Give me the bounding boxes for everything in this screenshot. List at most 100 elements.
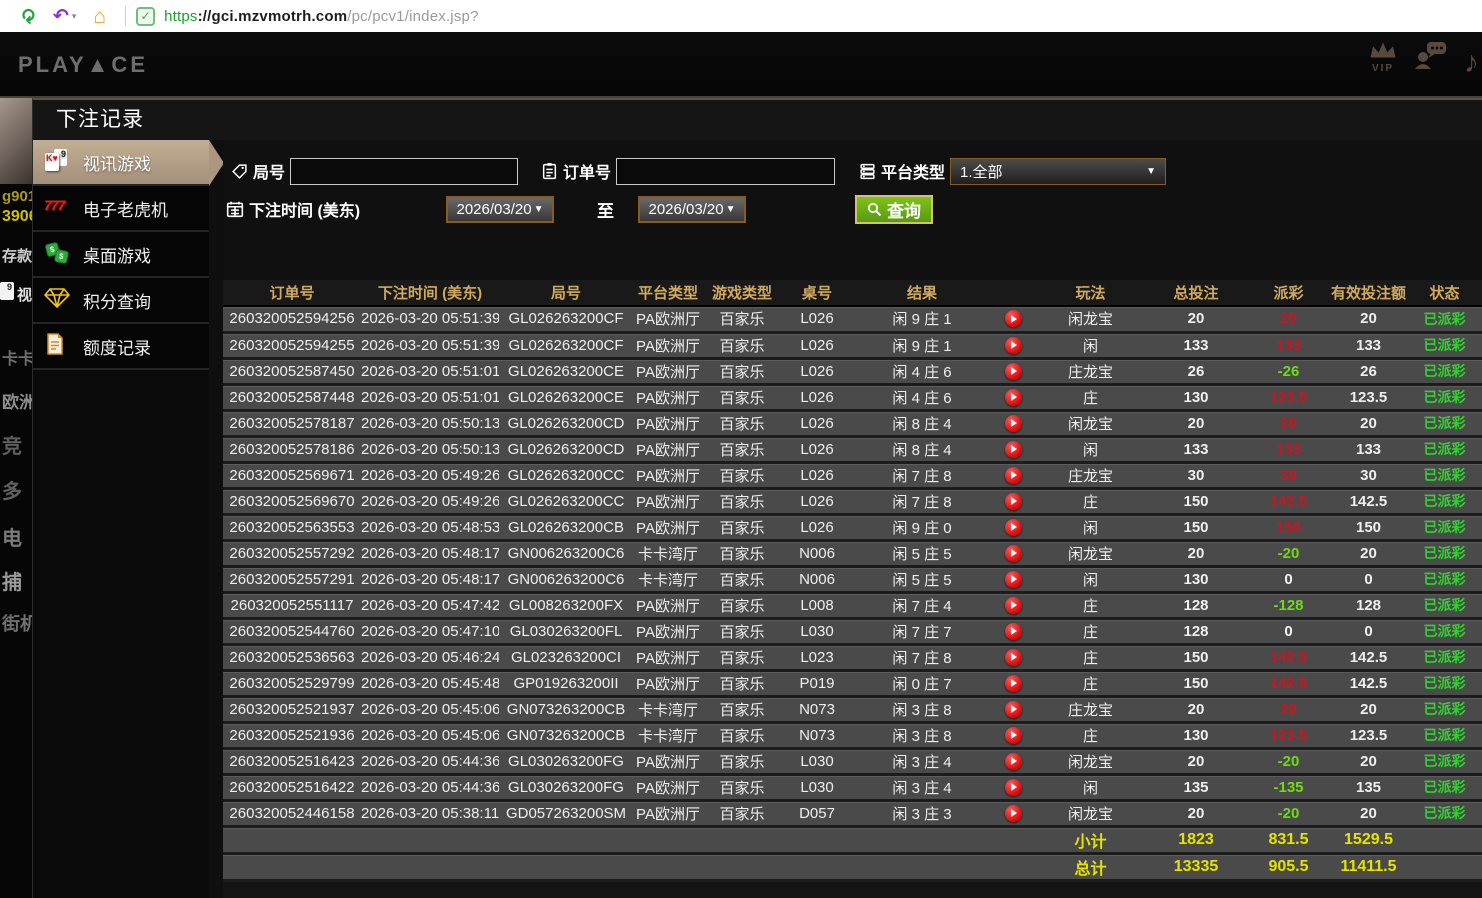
chevron-down-icon: ▼ bbox=[533, 203, 544, 215]
bet-type-cell: 庄 bbox=[1035, 722, 1146, 750]
game-cell: 百家乐 bbox=[703, 462, 781, 490]
round-input[interactable] bbox=[290, 157, 519, 185]
status-cell: 已派彩 bbox=[1406, 774, 1482, 802]
round-cell: GL030263200FL bbox=[499, 618, 633, 646]
valid-bet-cell: 142.5 bbox=[1331, 670, 1406, 698]
play-video-button[interactable] bbox=[1004, 388, 1022, 406]
background-fragment: 3906 bbox=[2, 208, 32, 225]
platform-filter: 平台类型 1.全部 ▼ bbox=[859, 156, 1167, 186]
platform-cell: PA欧洲厅 bbox=[633, 748, 703, 776]
play-video-button[interactable] bbox=[1004, 362, 1022, 380]
undo-icon[interactable]: ↶ bbox=[53, 7, 69, 26]
to-label: 至 bbox=[597, 201, 614, 221]
refresh-icon[interactable]: ⟳ bbox=[16, 8, 37, 24]
play-video-button[interactable] bbox=[1004, 674, 1022, 692]
bet-type-cell: 闲龙宝 bbox=[1035, 410, 1146, 438]
result-cell: 闲 5 庄 5 bbox=[853, 540, 991, 568]
play-video-button[interactable] bbox=[1004, 466, 1022, 484]
platform-cell: PA欧洲厅 bbox=[633, 592, 703, 620]
table-row: 260320052536563 2026-03-20 05:46:24 GL0232… bbox=[223, 644, 1482, 672]
vip-button[interactable]: VIP bbox=[1368, 40, 1398, 74]
play-video-button[interactable] bbox=[1004, 648, 1022, 666]
subtotal-payout: 831.5 bbox=[1246, 826, 1331, 855]
date-to-select[interactable]: 2026/03/20 ▼ bbox=[638, 195, 746, 223]
page-title: 下注记录 bbox=[33, 100, 1482, 140]
table-row: 260320052551117 2026-03-20 05:47:42 GL0082… bbox=[223, 592, 1482, 620]
result-cell: 闲 3 庄 8 bbox=[853, 722, 991, 750]
payout-cell: 142.5 bbox=[1246, 670, 1331, 698]
sidebar-item-video-games[interactable]: 9 K♥ 视讯游戏 bbox=[33, 140, 224, 186]
sidebar-item-table-games[interactable]: 桌面游戏 bbox=[33, 232, 209, 278]
bet-type-cell: 庄 bbox=[1035, 384, 1146, 412]
table-row: 260320052569670 2026-03-20 05:49:26 GL0262… bbox=[223, 488, 1482, 516]
column-header: 游戏类型 bbox=[703, 280, 781, 307]
music-icon[interactable]: ♪ bbox=[1464, 46, 1482, 80]
play-video-button[interactable] bbox=[1004, 310, 1022, 328]
total-bet-cell: 130 bbox=[1146, 384, 1246, 412]
play-video-button[interactable] bbox=[1004, 336, 1022, 354]
table-row: 260320052587448 2026-03-20 05:51:01 GL0262… bbox=[223, 384, 1482, 412]
order-label: 订单号 bbox=[563, 165, 612, 182]
platform-cell: PA欧洲厅 bbox=[633, 774, 703, 802]
time-cell: 2026-03-20 05:38:11 bbox=[361, 800, 499, 828]
status-cell: 已派彩 bbox=[1406, 384, 1482, 412]
game-cell: 百家乐 bbox=[703, 514, 781, 542]
bet-table-header: 订单号 下注时间 (美东) 局号 平台类型 游戏类型 桌号 结果 玩法 总投注 派彩 有效投注额 状态 bbox=[223, 280, 1482, 307]
subtotal-total-bet: 1823 bbox=[1146, 826, 1246, 855]
play-video-button[interactable] bbox=[1004, 570, 1022, 588]
payout-cell: -20 bbox=[1246, 540, 1331, 568]
payout-cell: 142.5 bbox=[1246, 488, 1331, 516]
payout-cell: -20 bbox=[1246, 748, 1331, 776]
secure-shield-icon[interactable]: ✓ bbox=[136, 6, 156, 26]
round-cell: GL008263200FX bbox=[499, 592, 633, 620]
valid-bet-cell: 123.5 bbox=[1331, 384, 1406, 412]
play-video-button[interactable] bbox=[1004, 778, 1022, 796]
platform-select[interactable]: 1.全部 ▼ bbox=[950, 157, 1167, 185]
filter-row-1: 局号 订单号 平台类型 1.全部 ▼ bbox=[223, 156, 1482, 186]
total-bet-cell: 135 bbox=[1146, 774, 1246, 802]
game-cell: 百家乐 bbox=[703, 618, 781, 646]
date-from-select[interactable]: 2026/03/20 ▼ bbox=[446, 195, 554, 223]
replay-cell bbox=[991, 566, 1035, 594]
status-cell: 已派彩 bbox=[1406, 696, 1482, 724]
time-cell: 2026-03-20 05:47:42 bbox=[361, 592, 499, 620]
play-video-button[interactable] bbox=[1004, 804, 1022, 822]
bet-type-cell: 闲龙宝 bbox=[1035, 748, 1146, 776]
platform-cell: PA欧洲厅 bbox=[633, 306, 703, 334]
search-button[interactable]: 查询 bbox=[855, 194, 933, 224]
play-video-button[interactable] bbox=[1004, 544, 1022, 562]
play-video-button[interactable] bbox=[1004, 700, 1022, 718]
status-cell: 已派彩 bbox=[1406, 618, 1482, 646]
order-filter: 订单号 bbox=[541, 156, 836, 186]
play-video-button[interactable] bbox=[1004, 752, 1022, 770]
round-cell: GL030263200FG bbox=[499, 748, 633, 776]
total-bet-cell: 150 bbox=[1146, 670, 1246, 698]
undo-dropdown-caret[interactable]: ▾ bbox=[72, 11, 77, 22]
bet-type-cell: 庄龙宝 bbox=[1035, 358, 1146, 386]
play-video-button[interactable] bbox=[1004, 622, 1022, 640]
bet-type-cell: 闲 bbox=[1035, 774, 1146, 802]
customer-service-button[interactable] bbox=[1414, 40, 1448, 75]
background-fragment: 欧洲 bbox=[2, 393, 32, 412]
play-video-button[interactable] bbox=[1004, 440, 1022, 458]
status-cell: 已派彩 bbox=[1406, 748, 1482, 776]
home-icon[interactable]: ⌂ bbox=[93, 6, 106, 27]
total-bet-cell: 150 bbox=[1146, 644, 1246, 672]
result-cell: 闲 3 庄 4 bbox=[853, 774, 991, 802]
play-video-button[interactable] bbox=[1004, 414, 1022, 432]
play-video-button[interactable] bbox=[1004, 492, 1022, 510]
column-header: 有效投注额 bbox=[1331, 280, 1406, 307]
sidebar-item-slots[interactable]: 777 电子老虎机 bbox=[33, 186, 209, 232]
order-cell: 260320052587450 bbox=[223, 358, 361, 386]
url-path: /pc/pcv1/index.jsp? bbox=[347, 7, 479, 25]
sidebar-item-points[interactable]: 积分查询 bbox=[33, 278, 209, 324]
round-cell: GL026263200CF bbox=[499, 306, 633, 334]
sidebar-item-credit-records[interactable]: 额度记录 bbox=[33, 324, 209, 370]
play-video-button[interactable] bbox=[1004, 518, 1022, 536]
order-input[interactable] bbox=[616, 157, 836, 185]
address-url[interactable]: https://gci.mzvmotrh.com/pc/pcv1/index.j… bbox=[164, 8, 479, 25]
play-video-button[interactable] bbox=[1004, 726, 1022, 744]
round-cell: GL026263200CB bbox=[499, 514, 633, 542]
play-video-button[interactable] bbox=[1004, 596, 1022, 614]
status-cell: 已派彩 bbox=[1406, 410, 1482, 438]
